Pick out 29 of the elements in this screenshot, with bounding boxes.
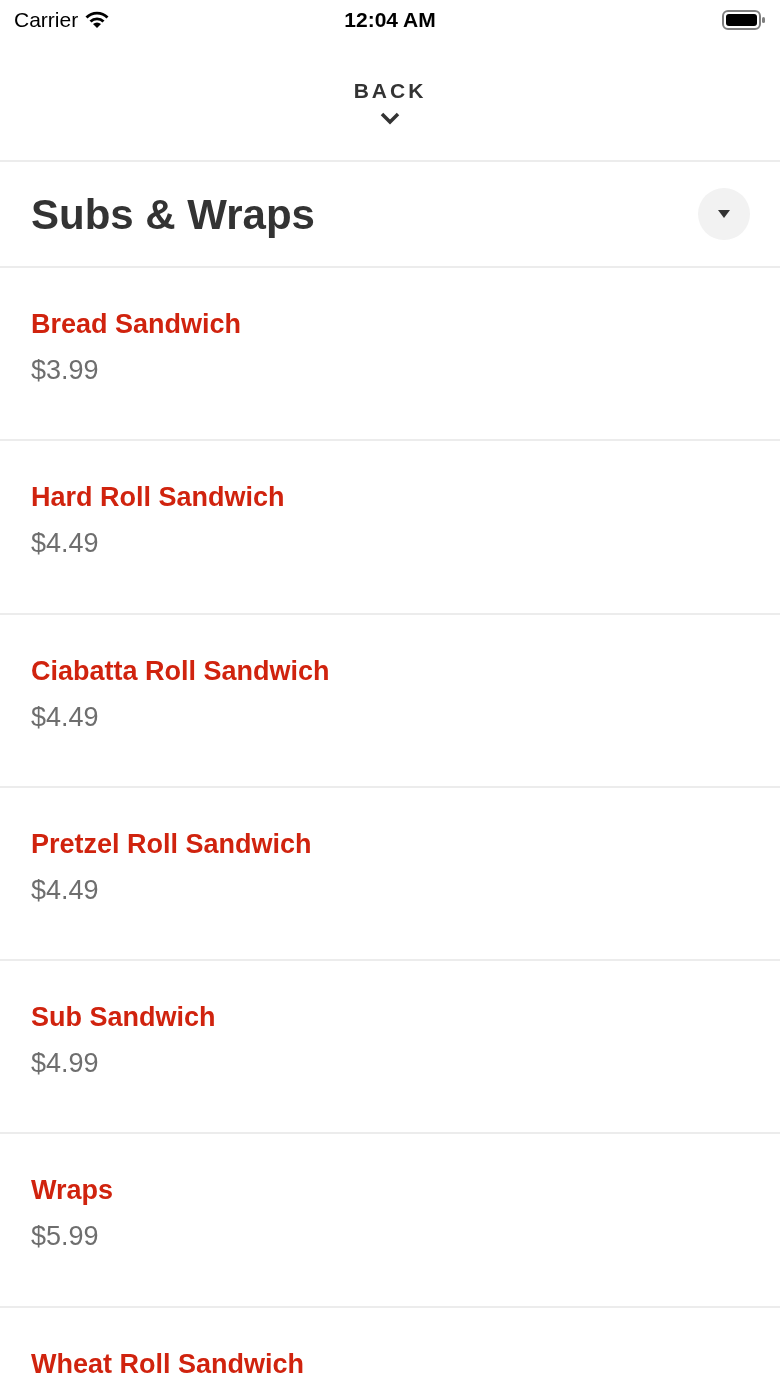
item-name: Wheat Roll Sandwich: [31, 1347, 306, 1380]
item-name: Pretzel Roll Sandwich: [31, 827, 313, 860]
menu-item[interactable]: Wheat Roll Sandwich: [0, 1307, 780, 1387]
item-name: Ciabatta Roll Sandwich: [31, 654, 331, 687]
menu-item[interactable]: Wraps $5.99: [0, 1134, 780, 1308]
status-time: 12:04 AM: [344, 7, 436, 34]
menu-item[interactable]: Pretzel Roll Sandwich $4.49: [0, 787, 780, 962]
menu-item[interactable]: Hard Roll Sandwich $4.49: [0, 441, 780, 615]
item-name: Hard Roll Sandwich: [31, 481, 286, 514]
item-price: $5.99: [31, 1220, 100, 1253]
caret-icon: [717, 209, 731, 219]
item-price: $4.49: [31, 527, 100, 560]
battery-icon: [722, 9, 766, 31]
section-title: Subs & Wraps: [31, 189, 315, 240]
chevron-down-icon: [379, 110, 401, 125]
item-price: $4.99: [31, 1047, 100, 1080]
collapse-toggle[interactable]: [698, 188, 750, 240]
wifi-icon: [84, 10, 111, 30]
menu-item[interactable]: Ciabatta Roll Sandwich $4.49: [0, 614, 780, 788]
item-price: $4.49: [31, 873, 100, 906]
item-price: $3.99: [31, 354, 100, 386]
item-name: Wraps: [31, 1174, 115, 1207]
menu-item[interactable]: Sub Sandwich $4.99: [0, 961, 780, 1135]
carrier-name: Carrier: [14, 7, 79, 34]
item-price: $4.49: [31, 700, 100, 733]
item-name: Bread Sandwich: [31, 308, 243, 340]
back-button[interactable]: BACK: [353, 75, 427, 125]
item-name: Sub Sandwich: [31, 1001, 217, 1034]
menu-item[interactable]: Bread Sandwich $3.99: [0, 268, 780, 442]
